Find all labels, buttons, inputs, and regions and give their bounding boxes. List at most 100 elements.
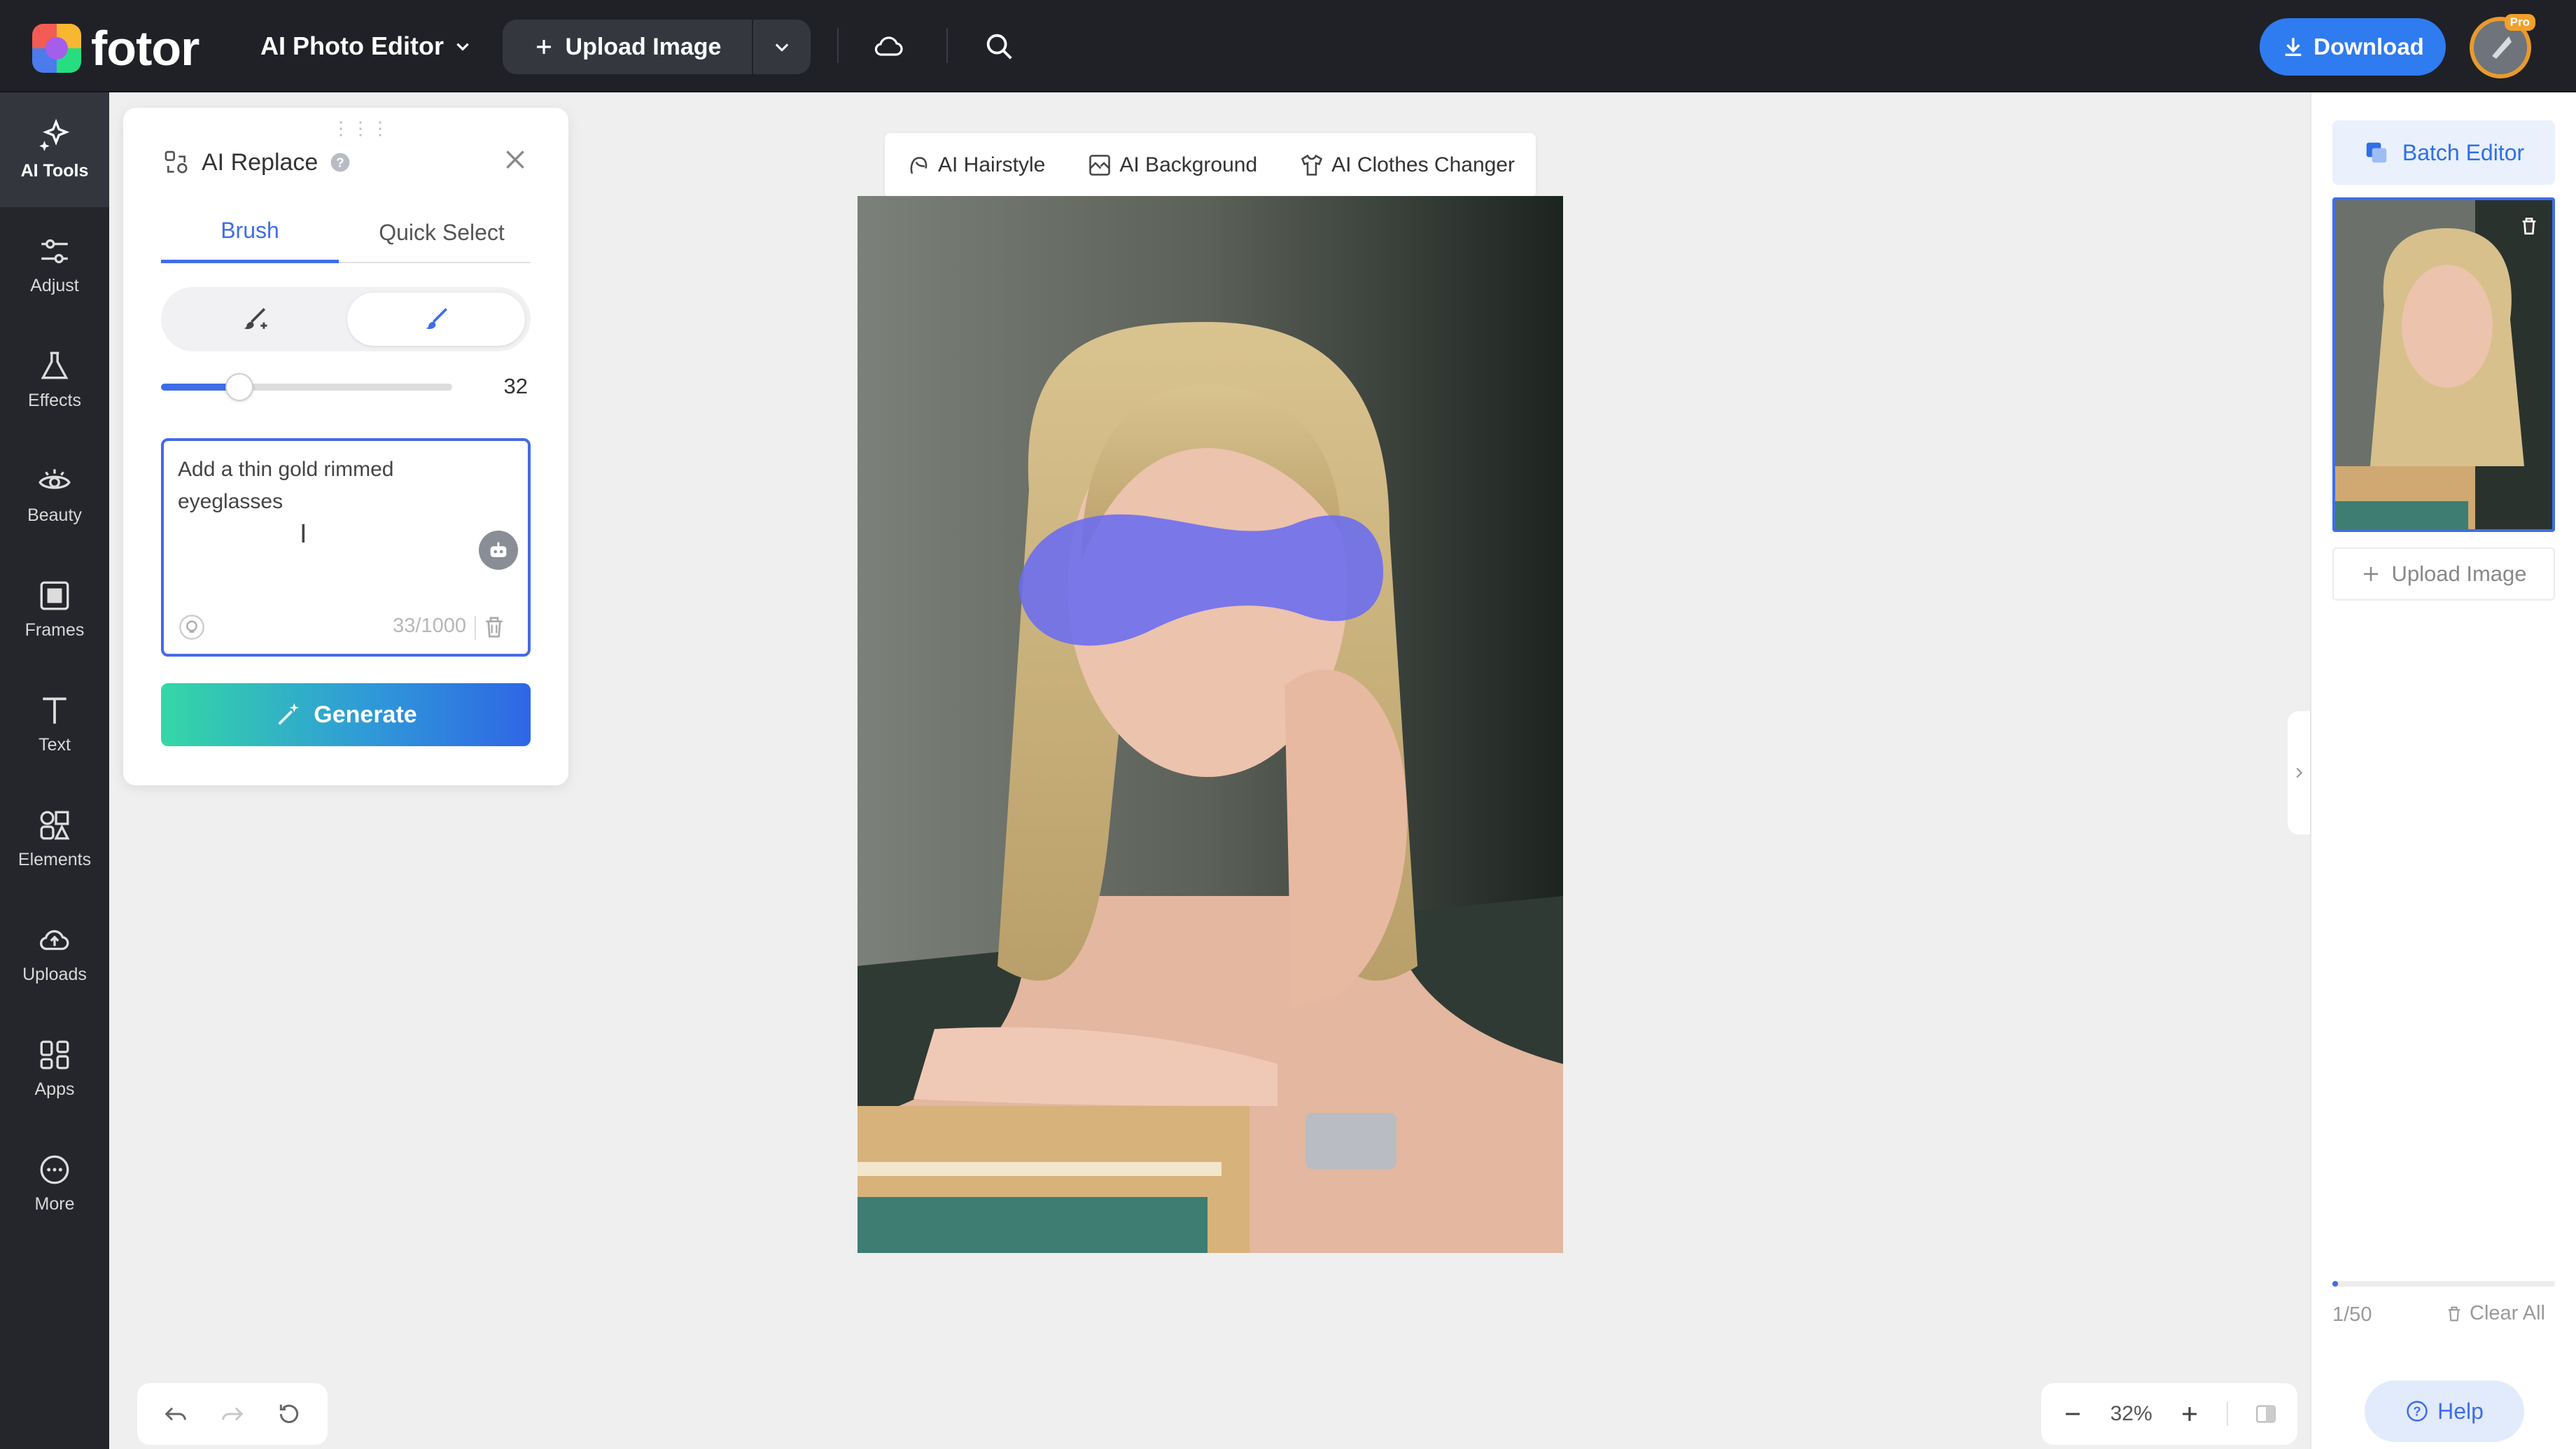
right-panel: Batch Editor Upload Image 1/50 Clear All… xyxy=(2310,92,2576,1449)
sidebar-item-label: Beauty xyxy=(27,505,82,525)
flask-icon xyxy=(41,351,69,379)
sidebar-item-adjust[interactable]: Adjust xyxy=(0,207,109,322)
sidebar-item-label: AI Tools xyxy=(20,160,89,181)
close-panel-button[interactable] xyxy=(501,146,529,177)
drag-handle[interactable]: ⋮⋮⋮ xyxy=(332,118,391,139)
generate-button[interactable]: Generate xyxy=(161,683,531,746)
editor-menu-label: AI Photo Editor xyxy=(260,31,444,60)
eye-icon xyxy=(38,468,71,489)
sidebar-item-beauty[interactable]: Beauty xyxy=(0,437,109,552)
sidebar-item-ai-tools[interactable]: AI Tools xyxy=(0,92,109,207)
prompt-footer: 33/1000 xyxy=(178,613,518,644)
svg-text:?: ? xyxy=(2413,1404,2421,1418)
sidebar-item-label: Frames xyxy=(24,620,85,640)
prompt-textarea[interactable]: Add a thin gold rimmed eyeglasses I 33/1… xyxy=(161,438,531,657)
fotor-logo[interactable]: fotor xyxy=(32,24,200,73)
search-button[interactable] xyxy=(983,24,1015,69)
hairstyle-icon xyxy=(910,157,927,174)
sidebar-item-apps[interactable]: Apps xyxy=(0,1011,109,1126)
image-count: 1/50 xyxy=(2332,1303,2372,1326)
editor-menu-dropdown[interactable]: AI Photo Editor xyxy=(260,24,472,69)
chevron-down-icon xyxy=(775,43,789,52)
help-circle-icon[interactable]: ? xyxy=(329,151,351,174)
help-label: Help xyxy=(2437,1398,2484,1424)
sidebar-item-uploads[interactable]: Uploads xyxy=(0,896,109,1011)
account-avatar[interactable]: Pro xyxy=(2470,14,2535,78)
brush-size-slider[interactable] xyxy=(161,373,452,401)
sidebar-item-label: Effects xyxy=(28,390,81,410)
prompt-text[interactable]: Add a thin gold rimmed eyeglasses xyxy=(178,454,486,518)
sliders-icon xyxy=(41,239,68,263)
ai-replace-icon xyxy=(164,150,188,174)
text-icon xyxy=(43,696,66,724)
fotor-logo-icon xyxy=(32,24,81,73)
search-icon xyxy=(986,34,1012,59)
idea-bulb-icon[interactable] xyxy=(178,613,206,641)
apps-icon xyxy=(40,1040,69,1069)
sidebar-item-label: Apps xyxy=(34,1079,75,1099)
zoom-out-icon[interactable] xyxy=(2061,1402,2085,1426)
char-counter: 33/1000 xyxy=(393,615,466,637)
magic-wand-icon xyxy=(278,703,300,725)
sidebar-item-more[interactable]: More xyxy=(0,1126,109,1240)
sidebar-item-elements[interactable]: Elements xyxy=(0,781,109,896)
image-count-progress xyxy=(2332,1281,2555,1287)
background-icon xyxy=(1089,155,1111,176)
tab-brush[interactable]: Brush xyxy=(161,202,339,263)
panel-tabs: Brush Quick Select xyxy=(161,202,531,263)
batch-editor-button[interactable]: Batch Editor xyxy=(2332,120,2555,185)
shapes-icon xyxy=(40,811,70,839)
ai-assistant-button[interactable] xyxy=(479,531,518,570)
compare-icon[interactable] xyxy=(2254,1402,2278,1426)
panel-header: AI Replace ? xyxy=(162,148,351,176)
download-icon xyxy=(2285,38,2302,57)
sidebar-item-label: Adjust xyxy=(30,275,79,295)
help-button[interactable]: ? Help xyxy=(2365,1380,2524,1442)
cloud-save-button[interactable] xyxy=(872,24,906,69)
tab-quick-select[interactable]: Quick Select xyxy=(353,202,531,263)
ai-clothes-changer-label: AI Clothes Changer xyxy=(1331,153,1515,176)
upload-image-button[interactable]: Upload Image xyxy=(503,20,752,74)
ai-hairstyle-label: AI Hairstyle xyxy=(938,153,1046,176)
slider-thumb[interactable] xyxy=(225,373,253,401)
ai-replace-panel: ⋮⋮⋮ AI Replace ? Brush Quick Select 32 A… xyxy=(123,108,568,785)
text-cursor-icon: I xyxy=(300,519,307,549)
zoom-level: 32% xyxy=(2110,1402,2152,1425)
ai-background-label: AI Background xyxy=(1119,153,1258,176)
download-button[interactable]: Download xyxy=(2260,18,2446,76)
zoom-in-icon[interactable] xyxy=(2178,1402,2202,1426)
sidebar-item-text[interactable]: Text xyxy=(0,666,109,781)
paint-brush-button[interactable] xyxy=(347,293,525,346)
trash-icon[interactable] xyxy=(480,613,508,641)
sidebar-item-effects[interactable]: Effects xyxy=(0,322,109,437)
chevron-down-icon xyxy=(456,43,469,51)
pro-badge: Pro xyxy=(2504,14,2535,31)
left-sidebar: AI Tools Adjust Effects Beauty Frames Te… xyxy=(0,92,109,1449)
divider xyxy=(475,616,476,640)
frame-icon xyxy=(40,581,69,610)
delete-thumbnail-button[interactable] xyxy=(2513,210,2545,242)
ai-clothes-changer-button[interactable]: AI Clothes Changer xyxy=(1299,153,1515,178)
canvas-photo[interactable] xyxy=(858,196,1563,1253)
image-thumbnail[interactable] xyxy=(2332,197,2555,532)
brush-mode-toggle xyxy=(161,287,531,351)
ai-background-button[interactable]: AI Background xyxy=(1087,153,1257,178)
divider xyxy=(2227,1402,2229,1426)
reset-icon[interactable] xyxy=(275,1400,303,1428)
plus-icon xyxy=(536,40,551,54)
download-label: Download xyxy=(2314,34,2424,59)
sparkles-icon xyxy=(39,118,70,151)
progress-fill xyxy=(2332,1281,2338,1287)
sidebar-item-frames[interactable]: Frames xyxy=(0,552,109,666)
robot-icon xyxy=(490,542,507,557)
undo-icon[interactable] xyxy=(162,1400,190,1428)
collapse-right-panel-button[interactable] xyxy=(2288,711,2310,834)
plus-icon xyxy=(2364,567,2379,581)
clear-all-button[interactable]: Clear All xyxy=(2444,1302,2545,1325)
upload-options-dropdown[interactable] xyxy=(753,20,811,74)
add-image-button[interactable]: Upload Image xyxy=(2332,547,2555,601)
eraser-brush-button[interactable] xyxy=(167,293,344,346)
ai-hairstyle-button[interactable]: AI Hairstyle xyxy=(906,153,1045,178)
ai-tools-toolbar: AI Hairstyle AI Background AI Clothes Ch… xyxy=(885,133,1536,197)
redo-icon[interactable] xyxy=(218,1400,246,1428)
